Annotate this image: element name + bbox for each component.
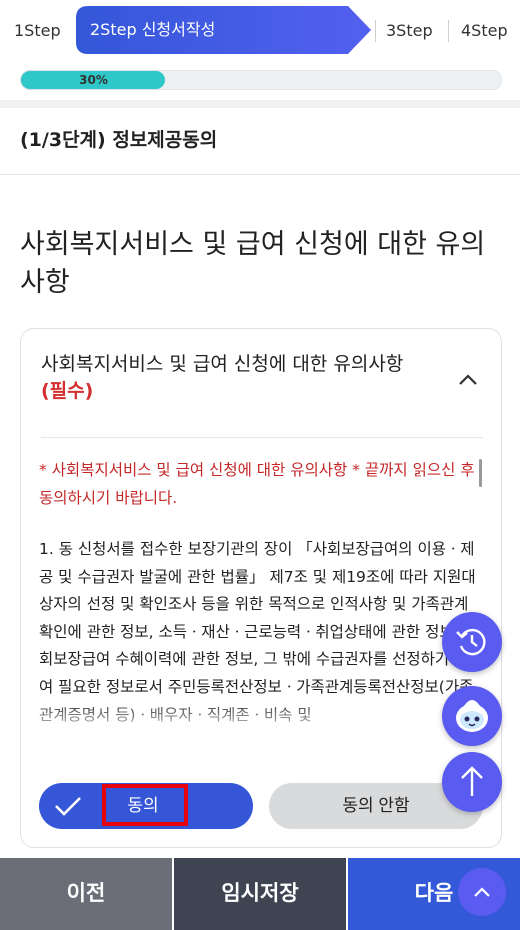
prev-button[interactable]: 이전 [0,858,172,930]
step-4: 4Step [461,21,508,40]
progress-text: 30% [79,73,108,87]
section-divider [0,100,520,108]
page-title: 사회복지서비스 및 급여 신청에 대한 유의사항 [20,229,486,298]
step-2-active: 2Step 신청서작성 [76,6,371,54]
fade-overlay [21,699,501,739]
stage-title: (1/3단계) 정보제공동의 [20,129,218,151]
next-button[interactable]: 다음 [348,858,520,930]
next-label: 다음 [414,882,454,905]
check-icon [55,797,81,816]
highlight-box [102,784,188,826]
chatbot-mascot-icon [456,700,488,732]
divider [0,174,520,175]
step-divider [375,20,376,42]
accordion-header[interactable]: 사회복지서비스 및 급여 신청에 대한 유의사항 (필수) [41,351,451,405]
bottom-action-bar: 이전 임시저장 다음 [0,858,520,930]
chatbot-button[interactable] [442,686,502,746]
progress-bar: 30% [20,70,502,90]
step-2-label: 2Step 신청서작성 [90,20,216,39]
history-button[interactable] [442,612,502,672]
step-1: 1Step [14,21,61,40]
history-icon [456,628,486,656]
chevron-up-icon[interactable] [457,369,479,391]
step-indicator: 1Step 2Step 신청서작성 3Step 4Step [0,0,520,62]
arrow-up-icon [461,766,483,796]
step-3: 3Step [386,21,433,40]
required-label: (필수) [41,380,94,402]
step-divider [448,20,449,42]
scrollbar[interactable] [479,459,482,487]
scroll-top-button[interactable] [442,752,502,812]
notice-text: * 사회복지서비스 및 급여 신청에 대한 유의사항 * 끝까지 읽으신 후 동… [39,461,475,507]
consent-card: 사회복지서비스 및 급여 신청에 대한 유의사항 (필수) * 사회복지서비스 … [20,328,502,848]
accordion-title: 사회복지서비스 및 급여 신청에 대한 유의사항 [41,353,404,375]
temp-save-button[interactable]: 임시저장 [174,858,346,930]
divider [41,437,483,438]
